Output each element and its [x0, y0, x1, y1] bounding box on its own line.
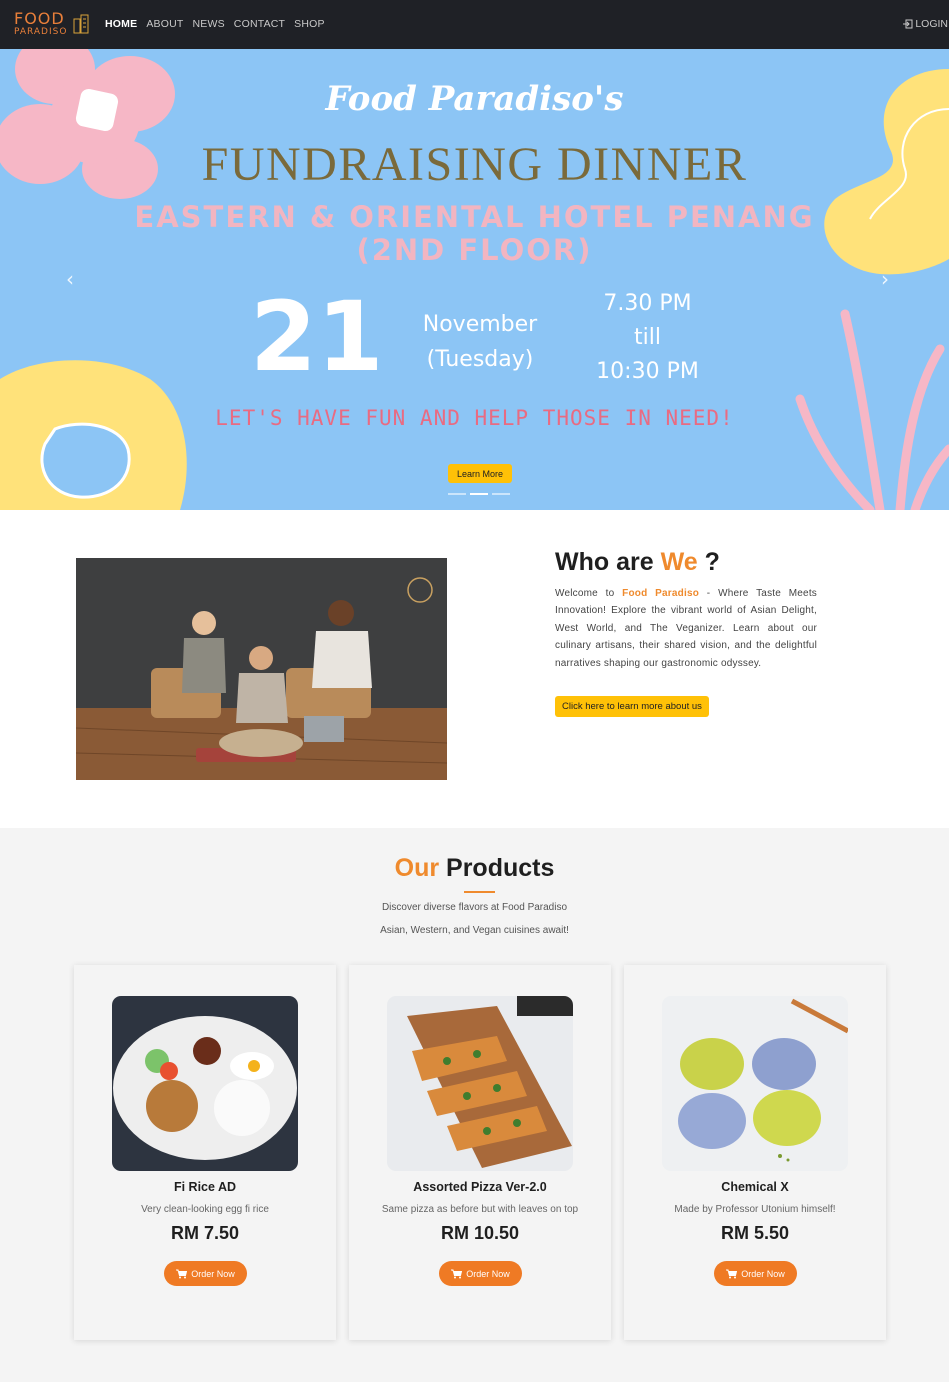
carousel-indicator-1[interactable] — [448, 493, 466, 495]
about-text-intro: Welcome to — [555, 588, 623, 599]
about-title-accent: We — [660, 548, 698, 576]
hero-date: November (Tuesday) — [405, 307, 555, 377]
carousel-indicators — [448, 493, 510, 495]
hero-carousel: Food Paradiso's FUNDRAISING DINNER EASTE… — [0, 49, 949, 510]
order-now-label: Order Now — [741, 1268, 785, 1279]
products-title: Our Products — [0, 854, 949, 883]
chevron-right-icon[interactable]: › — [881, 267, 889, 291]
about-photo — [76, 558, 447, 780]
learn-more-button[interactable]: Learn More — [448, 464, 512, 483]
product-description: Same pizza as before but with leaves on … — [381, 1204, 579, 1215]
hero-script-title: Food Paradiso's — [325, 79, 624, 119]
nav-shop[interactable]: SHOP — [294, 18, 325, 30]
products-title-rest: Products — [439, 854, 555, 882]
hero-weekday: (Tuesday) — [426, 347, 534, 372]
order-now-button[interactable]: Order Now — [164, 1261, 247, 1286]
products-subtitle-2: Asian, Western, and Vegan cuisines await… — [380, 925, 569, 936]
chemical-x-photo — [662, 996, 848, 1171]
login-link[interactable]: LOGIN — [903, 18, 948, 30]
learn-about-us-button[interactable]: Click here to learn more about us — [555, 696, 709, 717]
order-now-label: Order Now — [466, 1268, 510, 1279]
hero-time-start: 7.30 PM — [603, 291, 692, 316]
login-icon — [903, 19, 913, 29]
about-title-prefix: Who are — [555, 548, 661, 576]
hero-month: November — [422, 312, 538, 337]
about-title-suffix: ? — [697, 548, 720, 576]
product-description: Made by Professor Utonium himself! — [674, 1204, 836, 1215]
nav-news[interactable]: NEWS — [192, 18, 224, 30]
product-card: Chemical X Made by Professor Utonium him… — [624, 965, 886, 1340]
product-name: Chemical X — [721, 1180, 789, 1194]
login-label: LOGIN — [915, 18, 948, 30]
product-image-chemical-x — [662, 996, 848, 1171]
products-section: Our Products Discover diverse flavors at… — [0, 828, 949, 1382]
nav-contact[interactable]: CONTACT — [234, 18, 285, 30]
about-text-body: - Where Taste Meets Innovation! Explore … — [555, 588, 817, 669]
navbar: FOOD PARADISO HOME ABOUT NEWS CONTACT SH… — [0, 0, 949, 49]
product-price: RM 10.50 — [440, 1223, 520, 1243]
hero-time: 7.30 PM till 10:30 PM — [580, 287, 715, 389]
cart-icon — [451, 1269, 463, 1278]
pizza-photo — [387, 996, 573, 1171]
products-subtitle-1: Discover diverse flavors at Food Paradis… — [381, 902, 568, 913]
building-icon — [73, 14, 89, 34]
order-now-label: Order Now — [191, 1268, 235, 1279]
products-title-underline — [464, 891, 495, 893]
fried-rice-photo — [112, 996, 298, 1171]
people-photo — [76, 558, 447, 780]
hero-venue: EASTERN & ORIENTAL HOTEL PENANG (2ND FLO… — [0, 201, 949, 267]
carousel-indicator-2[interactable] — [470, 493, 488, 495]
about-section: Who are We ? Welcome to Food Paradiso - … — [0, 510, 949, 828]
product-card: Fi Rice AD Very clean-looking egg fi ric… — [74, 965, 336, 1340]
hero-venue-line2: (2ND FLOOR) — [356, 233, 593, 267]
logo-paradiso-text: PARADISO — [14, 27, 68, 37]
product-card: Assorted Pizza Ver-2.0 Same pizza as bef… — [349, 965, 611, 1340]
nav-links: HOME ABOUT NEWS CONTACT SHOP — [105, 18, 325, 30]
hero-day: 21 — [250, 281, 384, 393]
logo-food-text: FOOD — [14, 9, 65, 28]
order-now-button[interactable]: Order Now — [439, 1261, 522, 1286]
hero-venue-line1: EASTERN & ORIENTAL HOTEL PENANG — [134, 200, 815, 234]
hero-time-sep: till — [634, 325, 661, 350]
nav-about[interactable]: ABOUT — [146, 18, 183, 30]
cart-icon — [726, 1269, 738, 1278]
hero-title: FUNDRAISING DINNER — [201, 138, 748, 191]
product-price: RM 7.50 — [170, 1223, 240, 1243]
about-text: Welcome to Food Paradiso - Where Taste M… — [555, 585, 817, 672]
hero-slogan: LET'S HAVE FUN AND HELP THOSE IN NEED! — [215, 406, 734, 430]
product-description: Very clean-looking egg fi rice — [141, 1204, 269, 1215]
products-title-accent: Our — [394, 854, 440, 882]
product-name: Assorted Pizza Ver-2.0 — [413, 1180, 547, 1194]
hero-time-end: 10:30 PM — [596, 359, 699, 384]
carousel-indicator-3[interactable] — [492, 493, 510, 495]
order-now-button[interactable]: Order Now — [714, 1261, 797, 1286]
cart-icon — [176, 1269, 188, 1278]
product-price: RM 5.50 — [720, 1223, 790, 1243]
about-text-brand: Food Paradiso — [622, 588, 700, 599]
nav-home[interactable]: HOME — [105, 18, 137, 30]
product-image-fried-rice — [112, 996, 298, 1171]
product-image-pizza — [387, 996, 573, 1171]
logo[interactable]: FOOD PARADISO — [14, 9, 94, 41]
product-name: Fi Rice AD — [173, 1180, 237, 1194]
chevron-left-icon[interactable]: ‹ — [66, 267, 74, 291]
yellow-blob-bottom-left — [0, 360, 187, 510]
about-title: Who are We ? — [555, 548, 720, 577]
